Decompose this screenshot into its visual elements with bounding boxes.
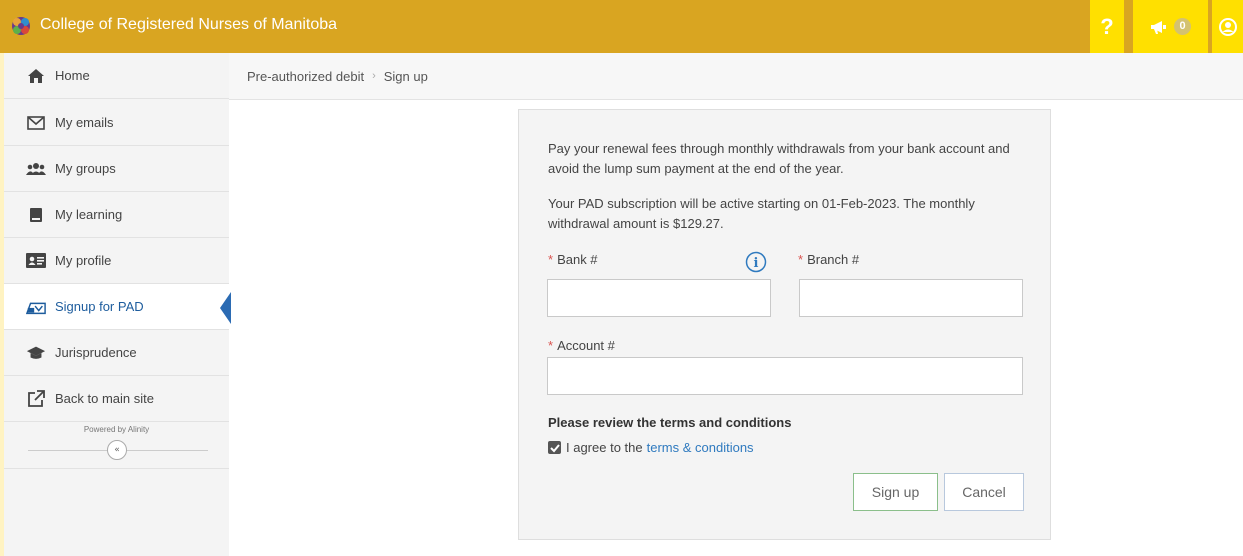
powered-by-section: Powered by Alinity « xyxy=(4,417,229,469)
terms-heading: Please review the terms and conditions xyxy=(548,415,792,430)
breadcrumb: Pre-authorized debit › Sign up xyxy=(229,53,1243,100)
sidebar-item-my-groups[interactable]: My groups xyxy=(4,146,229,192)
bank-label-text: Bank # xyxy=(557,252,598,267)
app-title: College of Registered Nurses of Manitoba xyxy=(40,16,338,33)
bank-number-label: * Bank # xyxy=(548,252,598,267)
megaphone-icon xyxy=(1151,20,1166,34)
users-icon xyxy=(26,160,46,178)
collapse-sidebar-button[interactable]: « xyxy=(107,440,127,460)
sidebar-item-label: My emails xyxy=(55,115,114,130)
double-chevron-left-icon: « xyxy=(114,445,120,455)
id-card-icon xyxy=(26,252,46,270)
powered-by-text: Powered by Alinity xyxy=(83,425,150,434)
agree-text: I agree to the xyxy=(566,440,643,455)
sidebar-item-label: My profile xyxy=(55,253,112,268)
active-indicator xyxy=(220,292,231,324)
help-icon: ? xyxy=(1100,13,1114,39)
top-bar: College of Registered Nurses of Manitoba… xyxy=(0,0,1243,53)
required-marker: * xyxy=(548,252,554,267)
sidebar-item-label: My learning xyxy=(55,207,123,222)
sidebar-item-my-emails[interactable]: My emails xyxy=(4,100,229,146)
agree-terms-row: I agree to the terms & conditions xyxy=(548,440,754,455)
required-marker: * xyxy=(548,338,554,353)
pad-signup-form: Pay your renewal fees through monthly wi… xyxy=(518,109,1051,540)
sidebar-item-label: Signup for PAD xyxy=(55,299,144,314)
subscription-note: Your PAD subscription will be active sta… xyxy=(548,196,975,231)
college-logo xyxy=(12,17,30,35)
pad-icon xyxy=(26,298,46,316)
checkmark-icon xyxy=(549,443,560,452)
cancel-button[interactable]: Cancel xyxy=(944,473,1024,511)
sidebar-item-my-learning[interactable]: My learning xyxy=(4,192,229,238)
breadcrumb-current: Sign up xyxy=(383,68,428,84)
agree-terms-checkbox[interactable] xyxy=(548,441,561,454)
account-number-input[interactable] xyxy=(547,357,1023,395)
sidebar-item-label: Home xyxy=(55,68,90,83)
sidebar-item-label: Jurisprudence xyxy=(55,345,137,360)
intro-text: Pay your renewal fees through monthly wi… xyxy=(548,141,1010,176)
sidebar-item-home[interactable]: Home xyxy=(4,53,229,99)
sign-up-button[interactable]: Sign up xyxy=(853,473,938,511)
sidebar-item-label: My groups xyxy=(55,161,116,176)
book-icon xyxy=(26,206,46,224)
account-number-label: * Account # xyxy=(548,338,615,353)
bank-number-input[interactable] xyxy=(547,279,771,317)
branch-number-input[interactable] xyxy=(799,279,1023,317)
envelope-icon xyxy=(26,114,46,132)
notification-count-badge: 0 xyxy=(1174,18,1191,35)
home-icon xyxy=(26,67,46,85)
info-icon[interactable]: i xyxy=(745,251,767,273)
account-label-text: Account # xyxy=(557,338,615,353)
sidebar-item-my-profile[interactable]: My profile xyxy=(4,238,229,284)
terms-conditions-link[interactable]: terms & conditions xyxy=(647,440,754,455)
breadcrumb-parent-link[interactable]: Pre-authorized debit xyxy=(247,69,364,84)
chevron-right-icon: › xyxy=(372,70,376,82)
branch-label-text: Branch # xyxy=(807,252,860,267)
user-circle-icon xyxy=(1218,17,1237,36)
required-marker: * xyxy=(798,252,804,267)
help-button[interactable]: ? xyxy=(1090,0,1124,53)
branch-number-label: * Branch # xyxy=(798,252,859,267)
sidebar-item-back-to-main-site[interactable]: Back to main site xyxy=(4,376,229,422)
sidebar-item-signup-for-pad[interactable]: Signup for PAD xyxy=(4,284,231,330)
user-menu-button[interactable] xyxy=(1212,0,1243,53)
svg-text:i: i xyxy=(754,256,759,271)
notifications-button[interactable]: 0 xyxy=(1133,0,1208,53)
sidebar-item-jurisprudence[interactable]: Jurisprudence xyxy=(4,330,229,376)
external-link-icon xyxy=(26,389,46,408)
sidebar-item-label: Back to main site xyxy=(55,391,154,406)
graduation-cap-icon xyxy=(26,344,46,362)
